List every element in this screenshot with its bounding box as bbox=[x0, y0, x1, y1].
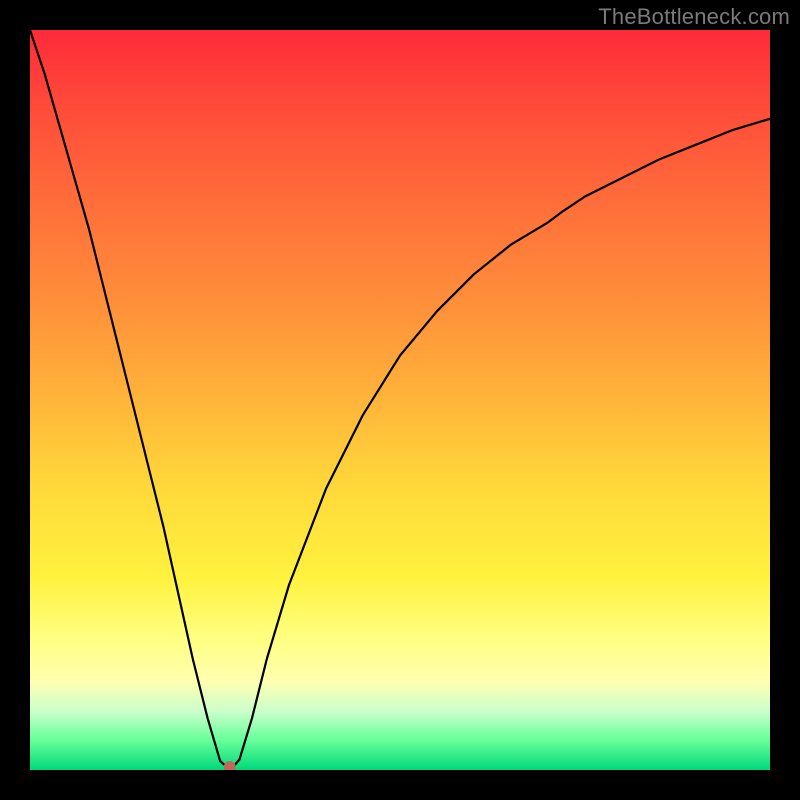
plot-svg bbox=[30, 30, 770, 770]
watermark-text: TheBottleneck.com bbox=[598, 4, 790, 30]
chart-frame: TheBottleneck.com bbox=[0, 0, 800, 800]
minimum-marker bbox=[224, 761, 236, 770]
bottleneck-curve bbox=[30, 30, 770, 767]
